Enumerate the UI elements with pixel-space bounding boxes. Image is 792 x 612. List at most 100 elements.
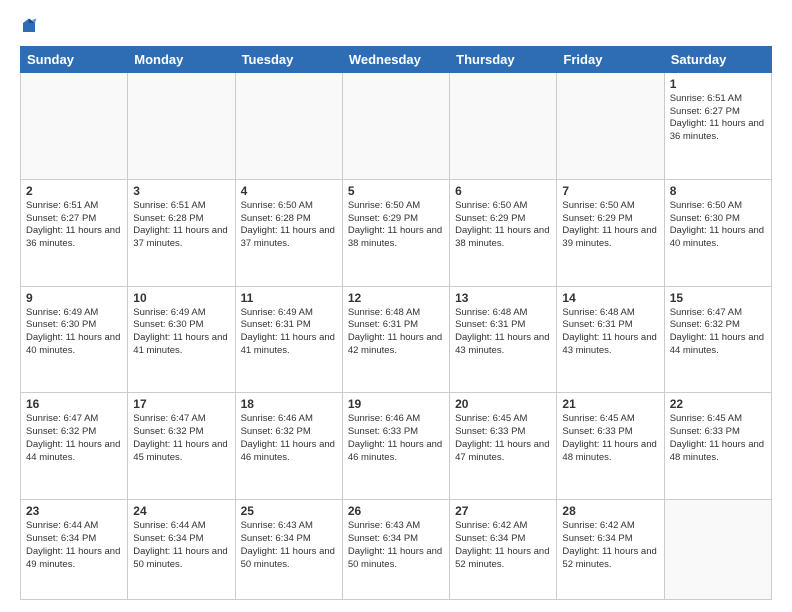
table-row: 15 Sunrise: 6:47 AM Sunset: 6:32 PM Dayli… <box>664 286 771 393</box>
day-number: 7 <box>562 184 658 198</box>
day-info: Sunrise: 6:42 AM Sunset: 6:34 PM Dayligh… <box>562 520 658 571</box>
table-row: 6 Sunrise: 6:50 AM Sunset: 6:29 PM Daylig… <box>450 179 557 286</box>
table-row: 8Sunrise: 6:50 AM Sunset: 6:30 PM Daylig… <box>664 179 771 286</box>
day-number: 4 <box>241 184 337 198</box>
day-number: 6 <box>455 184 551 198</box>
day-number: 15 <box>670 291 766 305</box>
table-row: 16 Sunrise: 6:47 AM Sunset: 6:32 PM Dayli… <box>21 393 128 500</box>
table-row: 27 Sunrise: 6:42 AM Sunset: 6:34 PM Dayli… <box>450 500 557 600</box>
day-info: Sunrise: 6:46 AM Sunset: 6:33 PM Dayligh… <box>348 413 444 464</box>
col-wednesday: Wednesday <box>342 46 449 72</box>
table-row: 23Sunrise: 6:44 AM Sunset: 6:34 PM Dayli… <box>21 500 128 600</box>
day-info: Sunrise: 6:49 AM Sunset: 6:31 PM Dayligh… <box>241 307 337 358</box>
day-number: 2 <box>26 184 122 198</box>
table-row: 19 Sunrise: 6:46 AM Sunset: 6:33 PM Dayli… <box>342 393 449 500</box>
table-row <box>450 72 557 179</box>
logo-icon <box>20 17 38 35</box>
day-number: 11 <box>241 291 337 305</box>
day-info: Sunrise: 6:48 AM Sunset: 6:31 PM Dayligh… <box>562 307 658 358</box>
calendar-week-row: 2 Sunrise: 6:51 AM Sunset: 6:27 PM Daylig… <box>21 179 772 286</box>
day-info: Sunrise: 6:50 AM Sunset: 6:29 PM Dayligh… <box>562 200 658 251</box>
table-row: 17Sunrise: 6:47 AM Sunset: 6:32 PM Dayli… <box>128 393 235 500</box>
table-row: 14Sunrise: 6:48 AM Sunset: 6:31 PM Dayli… <box>557 286 664 393</box>
table-row: 21 Sunrise: 6:45 AM Sunset: 6:33 PM Dayli… <box>557 393 664 500</box>
day-info: Sunrise: 6:45 AM Sunset: 6:33 PM Dayligh… <box>455 413 551 464</box>
day-info: Sunrise: 6:50 AM Sunset: 6:29 PM Dayligh… <box>348 200 444 251</box>
day-info: Sunrise: 6:43 AM Sunset: 6:34 PM Dayligh… <box>241 520 337 571</box>
day-info: Sunrise: 6:51 AM Sunset: 6:27 PM Dayligh… <box>670 93 766 144</box>
day-number: 5 <box>348 184 444 198</box>
day-info: Sunrise: 6:47 AM Sunset: 6:32 PM Dayligh… <box>26 413 122 464</box>
day-info: Sunrise: 6:50 AM Sunset: 6:28 PM Dayligh… <box>241 200 337 251</box>
day-info: Sunrise: 6:46 AM Sunset: 6:32 PM Dayligh… <box>241 413 337 464</box>
table-row <box>342 72 449 179</box>
day-number: 13 <box>455 291 551 305</box>
day-number: 8 <box>670 184 766 198</box>
table-row: 1 Sunrise: 6:51 AM Sunset: 6:27 PM Daylig… <box>664 72 771 179</box>
day-info: Sunrise: 6:43 AM Sunset: 6:34 PM Dayligh… <box>348 520 444 571</box>
day-info: Sunrise: 6:48 AM Sunset: 6:31 PM Dayligh… <box>348 307 444 358</box>
day-number: 28 <box>562 504 658 518</box>
day-number: 3 <box>133 184 229 198</box>
day-number: 22 <box>670 397 766 411</box>
table-row: 26Sunrise: 6:43 AM Sunset: 6:34 PM Dayli… <box>342 500 449 600</box>
calendar-table: Sunday Monday Tuesday Wednesday Thursday… <box>20 46 772 600</box>
table-row <box>664 500 771 600</box>
col-saturday: Saturday <box>664 46 771 72</box>
table-row: 7 Sunrise: 6:50 AM Sunset: 6:29 PM Daylig… <box>557 179 664 286</box>
table-row: 11 Sunrise: 6:49 AM Sunset: 6:31 PM Dayli… <box>235 286 342 393</box>
day-info: Sunrise: 6:42 AM Sunset: 6:34 PM Dayligh… <box>455 520 551 571</box>
table-row: 22 Sunrise: 6:45 AM Sunset: 6:33 PM Dayli… <box>664 393 771 500</box>
table-row: 5 Sunrise: 6:50 AM Sunset: 6:29 PM Daylig… <box>342 179 449 286</box>
table-row: 9 Sunrise: 6:49 AM Sunset: 6:30 PM Daylig… <box>21 286 128 393</box>
table-row: 12 Sunrise: 6:48 AM Sunset: 6:31 PM Dayli… <box>342 286 449 393</box>
day-info: Sunrise: 6:45 AM Sunset: 6:33 PM Dayligh… <box>562 413 658 464</box>
day-number: 27 <box>455 504 551 518</box>
page: Sunday Monday Tuesday Wednesday Thursday… <box>0 0 792 612</box>
table-row <box>235 72 342 179</box>
day-number: 19 <box>348 397 444 411</box>
day-number: 20 <box>455 397 551 411</box>
table-row <box>557 72 664 179</box>
day-number: 21 <box>562 397 658 411</box>
header <box>20 16 772 36</box>
table-row: 25 Sunrise: 6:43 AM Sunset: 6:34 PM Dayli… <box>235 500 342 600</box>
table-row: 20 Sunrise: 6:45 AM Sunset: 6:33 PM Dayli… <box>450 393 557 500</box>
table-row: 18 Sunrise: 6:46 AM Sunset: 6:32 PM Dayli… <box>235 393 342 500</box>
day-info: Sunrise: 6:51 AM Sunset: 6:28 PM Dayligh… <box>133 200 229 251</box>
day-number: 10 <box>133 291 229 305</box>
table-row: 4 Sunrise: 6:50 AM Sunset: 6:28 PM Daylig… <box>235 179 342 286</box>
table-row <box>128 72 235 179</box>
day-number: 9 <box>26 291 122 305</box>
table-row: 3 Sunrise: 6:51 AM Sunset: 6:28 PM Daylig… <box>128 179 235 286</box>
day-number: 25 <box>241 504 337 518</box>
calendar-week-row: 1 Sunrise: 6:51 AM Sunset: 6:27 PM Daylig… <box>21 72 772 179</box>
table-row: 2 Sunrise: 6:51 AM Sunset: 6:27 PM Daylig… <box>21 179 128 286</box>
day-info: Sunrise: 6:45 AM Sunset: 6:33 PM Dayligh… <box>670 413 766 464</box>
day-info: Sunrise: 6:49 AM Sunset: 6:30 PM Dayligh… <box>26 307 122 358</box>
day-number: 12 <box>348 291 444 305</box>
day-number: 18 <box>241 397 337 411</box>
day-info: Sunrise: 6:47 AM Sunset: 6:32 PM Dayligh… <box>670 307 766 358</box>
day-info: Sunrise: 6:44 AM Sunset: 6:34 PM Dayligh… <box>133 520 229 571</box>
day-info: Sunrise: 6:48 AM Sunset: 6:31 PM Dayligh… <box>455 307 551 358</box>
day-number: 17 <box>133 397 229 411</box>
calendar-header-row: Sunday Monday Tuesday Wednesday Thursday… <box>21 46 772 72</box>
day-info: Sunrise: 6:49 AM Sunset: 6:30 PM Dayligh… <box>133 307 229 358</box>
col-friday: Friday <box>557 46 664 72</box>
day-number: 23 <box>26 504 122 518</box>
logo <box>20 16 42 36</box>
table-row: 10 Sunrise: 6:49 AM Sunset: 6:30 PM Dayli… <box>128 286 235 393</box>
table-row: 28 Sunrise: 6:42 AM Sunset: 6:34 PM Dayli… <box>557 500 664 600</box>
col-sunday: Sunday <box>21 46 128 72</box>
table-row <box>21 72 128 179</box>
day-info: Sunrise: 6:50 AM Sunset: 6:29 PM Dayligh… <box>455 200 551 251</box>
calendar-week-row: 23 Sunrise: 6:44 AM Sunset: 6:34 PM Dayli… <box>21 500 772 600</box>
table-row: 24Sunrise: 6:44 AM Sunset: 6:34 PM Dayli… <box>128 500 235 600</box>
col-thursday: Thursday <box>450 46 557 72</box>
col-tuesday: Tuesday <box>235 46 342 72</box>
calendar-week-row: 9 Sunrise: 6:49 AM Sunset: 6:30 PM Daylig… <box>21 286 772 393</box>
day-info: Sunrise: 6:51 AM Sunset: 6:27 PM Dayligh… <box>26 200 122 251</box>
day-number: 16 <box>26 397 122 411</box>
day-number: 1 <box>670 77 766 91</box>
